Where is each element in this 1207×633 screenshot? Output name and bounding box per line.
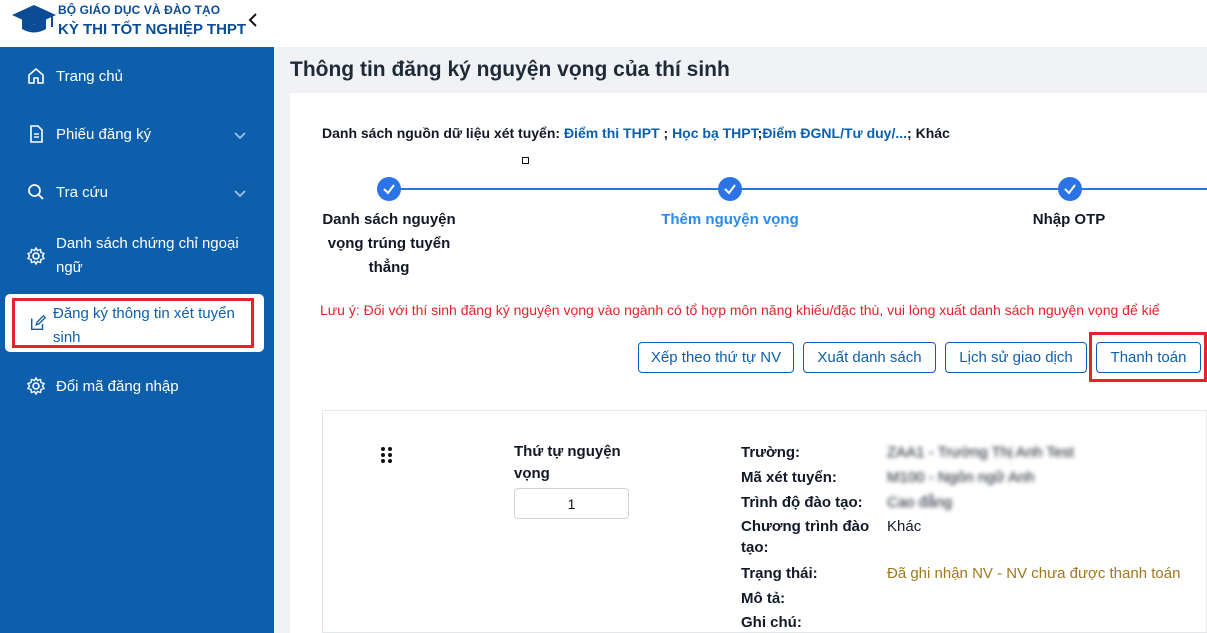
drag-handle-icon[interactable] xyxy=(380,446,394,464)
sidebar-item-label: Tra cứu xyxy=(56,184,108,201)
field-value-training-program: Khác xyxy=(887,518,922,535)
graduation-cap-logo-icon xyxy=(12,5,56,33)
source-separator: ; xyxy=(659,125,673,141)
field-value-training-level: Cao đẳng xyxy=(887,494,953,511)
collapse-sidebar-button[interactable] xyxy=(244,10,262,30)
chevron-down-icon xyxy=(234,132,246,140)
sidebar-item-admission-registration[interactable]: Đăng ký thông tin xét tuyển sinh xyxy=(5,294,264,352)
sidebar-item-home[interactable]: Trang chủ xyxy=(0,66,274,88)
brand-ministry: BỘ GIÁO DỤC VÀ ĐÀO TẠO xyxy=(58,3,221,17)
step-2-complete-icon xyxy=(718,177,742,201)
source-separator: ; xyxy=(907,125,912,141)
wish-order-label: Thứ tự nguyện vọng xyxy=(514,443,621,482)
gear-icon xyxy=(26,376,46,396)
data-sources-line: Danh sách nguồn dữ liệu xét tuyển: Điểm … xyxy=(322,125,950,141)
field-value-status: Đã ghi nhận NV - NV chưa được thanh toán xyxy=(887,565,1181,582)
top-bar: BỘ GIÁO DỤC VÀ ĐÀO TẠO KỲ THI TỐT NGHIỆP… xyxy=(0,0,1207,47)
sidebar-item-language-certificates[interactable]: Danh sách chứng chỉ ngoại ngữ xyxy=(0,232,274,282)
chevron-left-icon xyxy=(248,13,257,27)
home-icon xyxy=(28,67,44,84)
notice-text: Lưu ý: Đối với thí sinh đăng ký nguyện v… xyxy=(320,302,1160,318)
step-3-complete-icon xyxy=(1058,177,1082,201)
sidebar-item-change-login-code[interactable]: Đổi mã đăng nhập xyxy=(0,376,274,398)
field-value-admission-code: M100 - Ngôn ngữ Anh xyxy=(887,469,1035,486)
wish-order-input[interactable]: 1 xyxy=(514,488,629,519)
sidebar-item-label: Phiếu đăng ký xyxy=(56,126,152,143)
field-value-school: ZAA1 - Trường Thị Anh Test xyxy=(887,444,1074,461)
search-icon xyxy=(28,184,44,200)
gear-icon xyxy=(26,246,46,266)
edit-icon xyxy=(30,314,47,331)
step-label-add-wish[interactable]: Thêm nguyện vọng xyxy=(640,208,820,232)
brand-exam-name: KỲ THI TỐT NGHIỆP THPT xyxy=(58,21,247,38)
sidebar-item-registration-form[interactable]: Phiếu đăng ký xyxy=(0,124,274,146)
source-other: Khác xyxy=(915,125,950,141)
field-label-training-program: Chương trình đào tạo: xyxy=(741,518,870,556)
field-label-training-level: Trình độ đào tạo: xyxy=(741,494,863,511)
sidebar-item-label: Danh sách chứng chỉ ngoại ngữ xyxy=(56,235,239,276)
document-icon xyxy=(30,125,43,143)
page-title: Thông tin đăng ký nguyện vọng của thí si… xyxy=(290,58,730,81)
cursor-marker xyxy=(522,157,529,164)
field-label-description: Mô tả: xyxy=(741,590,786,607)
sidebar-item-label: Đăng ký thông tin xét tuyển sinh xyxy=(53,305,235,346)
field-label-admission-code: Mã xét tuyển: xyxy=(741,469,837,486)
sidebar-item-lookup[interactable]: Tra cứu xyxy=(0,182,274,204)
field-label-notes: Ghi chú: xyxy=(741,614,802,631)
highlight-box xyxy=(1089,332,1207,382)
chevron-down-icon xyxy=(234,190,246,198)
field-label-school: Trường: xyxy=(741,444,801,461)
export-list-button[interactable]: Xuất danh sách xyxy=(803,342,936,373)
source-link-transcript[interactable]: Học bạ THPT xyxy=(672,125,758,141)
step-label-enter-otp[interactable]: Nhập OTP xyxy=(1010,208,1128,232)
sidebar-item-label: Trang chủ xyxy=(56,68,123,85)
transaction-history-button[interactable]: Lịch sử giao dịch xyxy=(945,342,1087,373)
data-sources-prefix: Danh sách nguồn dữ liệu xét tuyển: xyxy=(322,125,564,141)
sidebar-item-label: Đổi mã đăng nhập xyxy=(56,378,179,395)
source-link-aptitude-score[interactable]: Điểm ĐGNL/Tư duy/... xyxy=(762,125,907,141)
stepper-line xyxy=(390,188,1207,190)
step-label-direct-admission[interactable]: Danh sách nguyện vọng trúng tuyển thẳng xyxy=(318,208,460,280)
sort-by-wish-order-button[interactable]: Xếp theo thứ tự NV xyxy=(638,342,794,373)
source-link-thpt-score[interactable]: Điểm thi THPT xyxy=(564,125,660,141)
step-1-complete-icon xyxy=(377,177,401,201)
field-label-status: Trạng thái: xyxy=(741,565,818,582)
